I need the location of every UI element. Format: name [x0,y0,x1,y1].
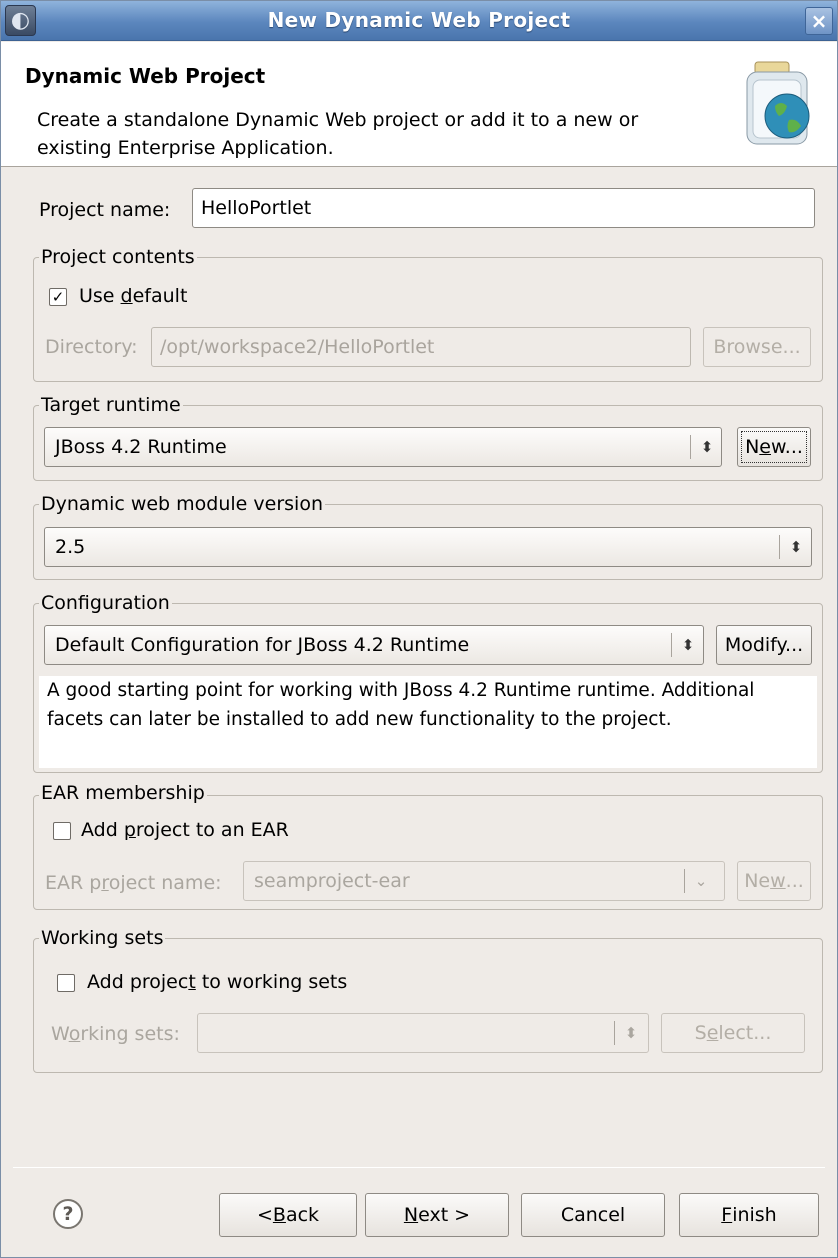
window-title: New Dynamic Web Project [267,8,571,32]
back-button[interactable]: < Back [219,1193,357,1237]
configuration-value: Default Configuration for JBoss 4.2 Runt… [55,634,470,656]
finish-button[interactable]: Finish [679,1193,819,1237]
configuration-title: Configuration [39,592,172,614]
footer-separator [13,1167,825,1168]
project-name-label: Project name: [39,199,171,221]
new-runtime-button[interactable]: Ne w... [737,427,811,467]
next-button[interactable]: Next > [365,1193,509,1237]
ear-project-name-value: seamproject-ear [254,870,410,892]
working-sets-label: Working sets: [51,1023,180,1045]
page-description: Create a standalone Dynamic Web project … [37,109,639,159]
add-to-working-sets-label: Add project to working sets [87,971,348,993]
browse-button[interactable]: Browse... [703,327,811,367]
add-to-working-sets-checkbox[interactable] [57,974,75,992]
add-to-ear-checkbox[interactable] [53,822,71,840]
cancel-button[interactable]: Cancel [521,1193,665,1237]
directory-input[interactable]: /opt/workspace2/HelloPortlet [151,327,691,367]
close-button[interactable]: × [805,7,833,35]
target-runtime-select[interactable]: JBoss 4.2 Runtime ⬍ [44,427,722,467]
ear-membership-title: EAR membership [39,782,207,804]
spinner-arrows-icon: ⬍ [700,438,714,456]
web-project-wizard-icon [746,61,810,145]
chevron-down-icon: ⌄ [694,872,708,890]
modify-button[interactable]: Modify... [716,625,812,665]
page-title: Dynamic Web Project [25,64,266,88]
select-working-sets-button[interactable]: Se lect... [661,1013,805,1053]
module-version-title: Dynamic web module version [39,493,325,515]
configuration-description: A good starting point for working with J… [39,676,817,768]
spinner-arrows-icon: ⬍ [624,1024,638,1042]
title-bar[interactable]: ◐ New Dynamic Web Project × [1,1,837,41]
new-ear-button[interactable]: Ne w... [737,861,811,901]
check-icon: ✓ [51,287,65,306]
target-runtime-title: Target runtime [39,394,183,416]
working-sets-title: Working sets [39,927,166,949]
directory-label: Directory: [45,336,138,358]
project-name-input[interactable]: HelloPortlet [192,188,815,228]
dialog-window: ◐ New Dynamic Web Project × Dynamic Web … [0,0,838,1258]
ear-project-name-select[interactable]: seamproject-ear ⌄ [243,861,725,901]
add-to-ear-label: Add project to an EAR [81,819,289,841]
use-default-label: Use default [79,285,188,307]
wizard-header: Dynamic Web Project Create a standalone … [1,42,837,167]
configuration-select[interactable]: Default Configuration for JBoss 4.2 Runt… [44,625,704,665]
help-icon[interactable]: ? [53,1199,83,1229]
project-contents-title: Project contents [39,246,197,268]
target-runtime-value: JBoss 4.2 Runtime [55,436,227,458]
module-version-value: 2.5 [55,536,86,558]
spinner-arrows-icon: ⬍ [681,636,695,654]
module-version-select[interactable]: 2.5 ⬍ [44,527,812,567]
ear-project-name-label: EAR project name: [45,872,222,894]
spinner-arrows-icon: ⬍ [789,538,803,556]
use-default-checkbox[interactable]: ✓ [49,288,67,306]
working-sets-select[interactable]: ⬍ [197,1013,649,1053]
